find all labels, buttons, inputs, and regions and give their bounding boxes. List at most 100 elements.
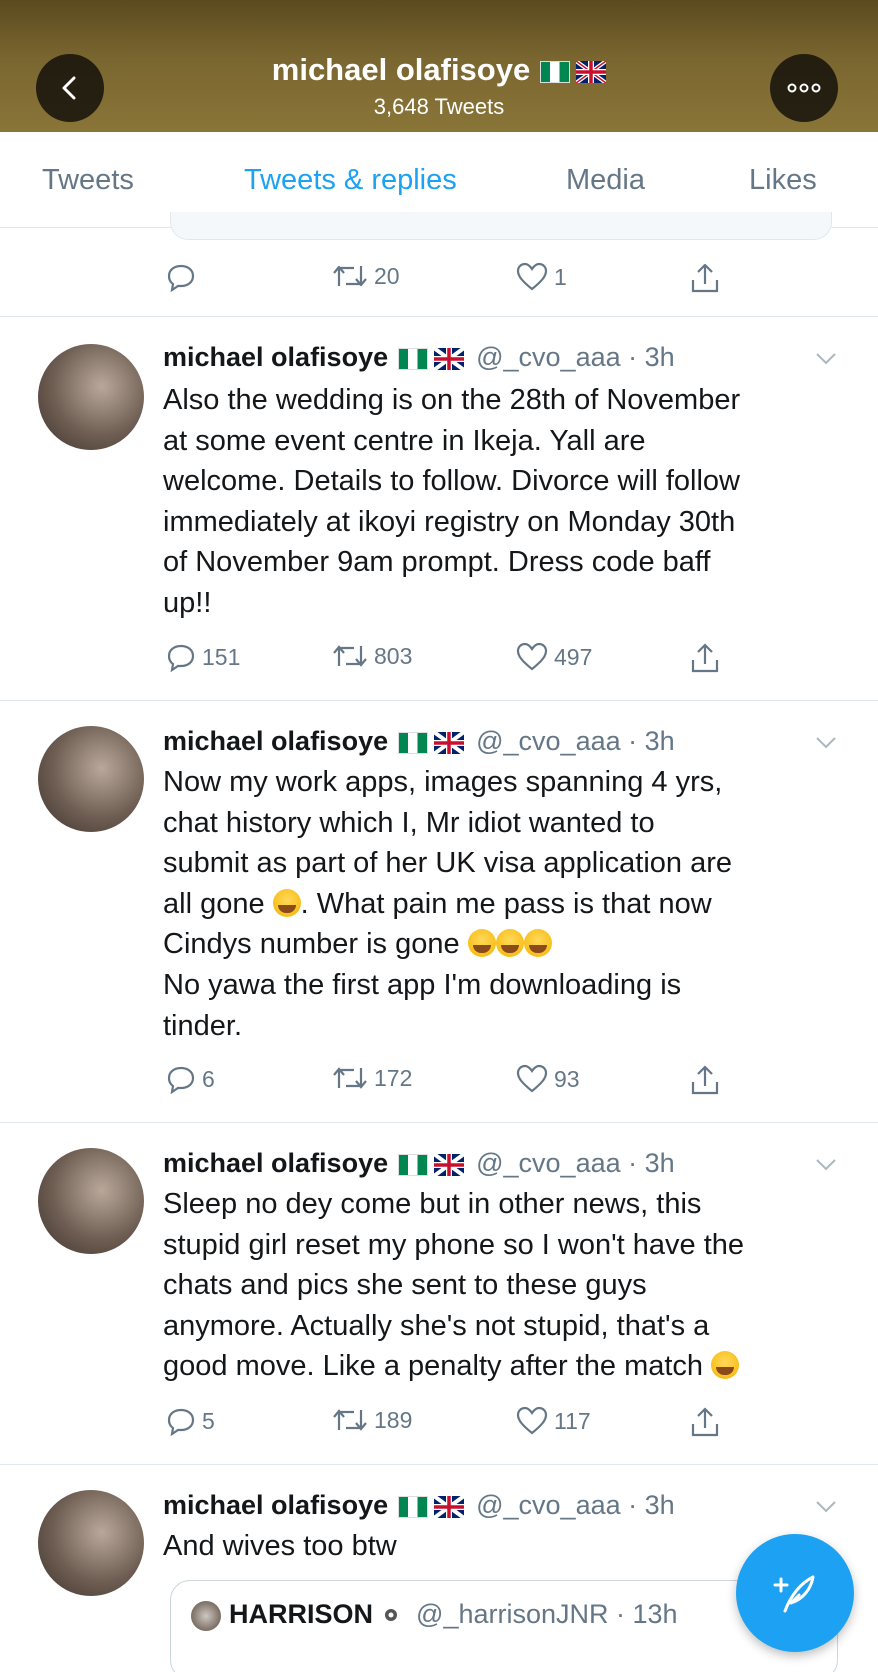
nigeria-flag-icon [398, 1495, 429, 1518]
gear-badge-icon [384, 1609, 397, 1621]
tweet-line: up!! [163, 586, 212, 619]
tweet-line: chats and pics she sent to these guys [163, 1269, 647, 1302]
tweet[interactable]: michael olafisoye @_cvo_aaa · 3h Also the… [0, 316, 878, 700]
retweet-count: 189 [374, 1406, 413, 1433]
tweet-line: welcome. Details to follow. Divorce will… [163, 465, 740, 498]
retweet-icon [333, 645, 367, 667]
tweet-line: And wives too btw [163, 1530, 397, 1562]
share-icon [691, 1407, 719, 1437]
retweet-button[interactable]: 172 [332, 1064, 412, 1092]
crying-face-emoji-icon [272, 888, 301, 917]
share-button[interactable] [690, 262, 720, 294]
author-handle-time: @_cvo_aaa · 3h [476, 342, 675, 372]
tweet-actions: 151 803 497 [160, 642, 720, 682]
like-count: 497 [554, 643, 593, 670]
heart-icon [516, 1064, 548, 1093]
uk-flag-icon [434, 347, 465, 370]
tweet[interactable]: michael olafisoye @_cvo_aaa · 3h Now my w… [0, 700, 878, 1122]
crying-face-emoji-icon [467, 929, 496, 958]
chevron-down-icon[interactable] [815, 1500, 837, 1514]
reply-button[interactable]: 151 [166, 642, 240, 672]
tweet-line: tinder. [163, 1009, 242, 1042]
like-count: 1 [554, 263, 567, 290]
tweet-header: michael olafisoye @_cvo_aaa · 3h [163, 1148, 675, 1179]
author-name[interactable]: michael olafisoye [163, 1148, 388, 1178]
tweet-line: chat history which I, Mr idiot wanted to [163, 806, 655, 839]
tweet-header: michael olafisoye @_cvo_aaa · 3h [163, 726, 675, 757]
nigeria-flag-icon [398, 347, 429, 370]
avatar[interactable] [38, 1148, 144, 1254]
tweet-line: stupid girl reset my phone so I won't ha… [163, 1228, 745, 1261]
more-dots-icon [787, 83, 821, 93]
crying-face-emoji-icon [523, 929, 552, 958]
uk-flag-icon [434, 1153, 465, 1176]
compose-tweet-button[interactable] [736, 1534, 854, 1652]
share-button[interactable] [690, 642, 720, 674]
uk-flag-icon [576, 60, 607, 83]
nigeria-flag-icon [540, 60, 571, 83]
tweet[interactable]: michael olafisoye @_cvo_aaa · 3h Sleep no… [0, 1122, 878, 1464]
author-handle-time: @_cvo_aaa · 3h [476, 1490, 675, 1520]
quoted-tweet-header: HARRISON @_harrisonJNR · 13h [229, 1599, 678, 1630]
reply-icon [167, 1066, 195, 1094]
crying-face-emoji-icon [495, 929, 524, 958]
tab-tweets-and-replies[interactable]: Tweets & replies [244, 164, 457, 197]
avatar[interactable] [38, 726, 144, 832]
tweet-line: Cindys number is gone [163, 924, 843, 965]
author-name[interactable]: michael olafisoye [163, 1490, 388, 1520]
reply-button[interactable]: 6 [166, 1064, 215, 1094]
reply-button[interactable] [166, 262, 202, 292]
tweet-line: all gone . What pain me pass is that now [163, 887, 712, 920]
tweet-line: of November 9am prompt. Dress code baff [163, 546, 711, 579]
like-button[interactable]: 117 [516, 1406, 591, 1436]
chevron-down-icon[interactable] [815, 1158, 837, 1172]
tweet-actions: 5 189 117 [160, 1406, 720, 1446]
retweet-button[interactable]: 20 [332, 262, 400, 290]
tweet-text: And wives too btw [163, 1526, 843, 1567]
tweet-line: No yawa the first app I'm downloading is [163, 968, 682, 1001]
previous-quote-card[interactable] [170, 212, 832, 240]
retweet-button[interactable]: 189 [332, 1406, 412, 1434]
retweet-icon [333, 265, 367, 287]
avatar[interactable] [38, 1490, 144, 1596]
tweet-line: good move. Like a penalty after the matc… [163, 1346, 843, 1387]
profile-header: michael olafisoye 3,648 Tweets [0, 0, 878, 132]
tweet-text: Now my work apps, images spanning 4 yrs,… [163, 762, 843, 1046]
like-button[interactable]: 1 [516, 262, 567, 292]
tweet-text: Sleep no dey come but in other news, thi… [163, 1184, 843, 1387]
compose-feather-icon [773, 1575, 815, 1613]
heart-icon [516, 642, 548, 671]
laughing-tears-emoji-icon [711, 1351, 740, 1380]
tweet-line: at some event centre in Ikeja. Yall are [163, 424, 646, 457]
chevron-down-icon[interactable] [815, 352, 837, 366]
avatar[interactable] [38, 344, 144, 450]
uk-flag-icon [434, 1495, 465, 1518]
tweet-actions: 6 172 93 [160, 1064, 720, 1104]
share-button[interactable] [690, 1064, 720, 1096]
like-button[interactable]: 93 [516, 1064, 580, 1094]
tab-media[interactable]: Media [566, 164, 645, 197]
tab-tweets[interactable]: Tweets [42, 164, 134, 197]
like-button[interactable]: 497 [516, 642, 592, 672]
share-icon [691, 643, 719, 673]
quoted-avatar [191, 1601, 221, 1631]
chevron-down-icon[interactable] [815, 736, 837, 750]
retweet-count: 803 [374, 642, 413, 669]
like-count: 93 [554, 1065, 580, 1092]
share-button[interactable] [690, 1406, 720, 1438]
reply-icon [167, 644, 195, 672]
quoted-author-handle-time: @_harrisonJNR · 13h [416, 1599, 678, 1629]
author-name[interactable]: michael olafisoye [163, 726, 388, 756]
reply-button[interactable]: 5 [166, 1406, 215, 1436]
reply-count: 151 [202, 643, 241, 670]
share-icon [691, 263, 719, 293]
author-name[interactable]: michael olafisoye [163, 342, 388, 372]
profile-name-title: michael olafisoye [0, 52, 878, 88]
like-count: 117 [554, 1407, 591, 1434]
tweet-count: 3,648 Tweets [373, 94, 505, 119]
tab-likes[interactable]: Likes [749, 164, 817, 197]
tweet-text: Also the wedding is on the 28th of Novem… [163, 380, 843, 624]
more-options-button[interactable] [770, 54, 838, 122]
retweet-button[interactable]: 803 [332, 642, 412, 670]
uk-flag-icon [434, 731, 465, 754]
